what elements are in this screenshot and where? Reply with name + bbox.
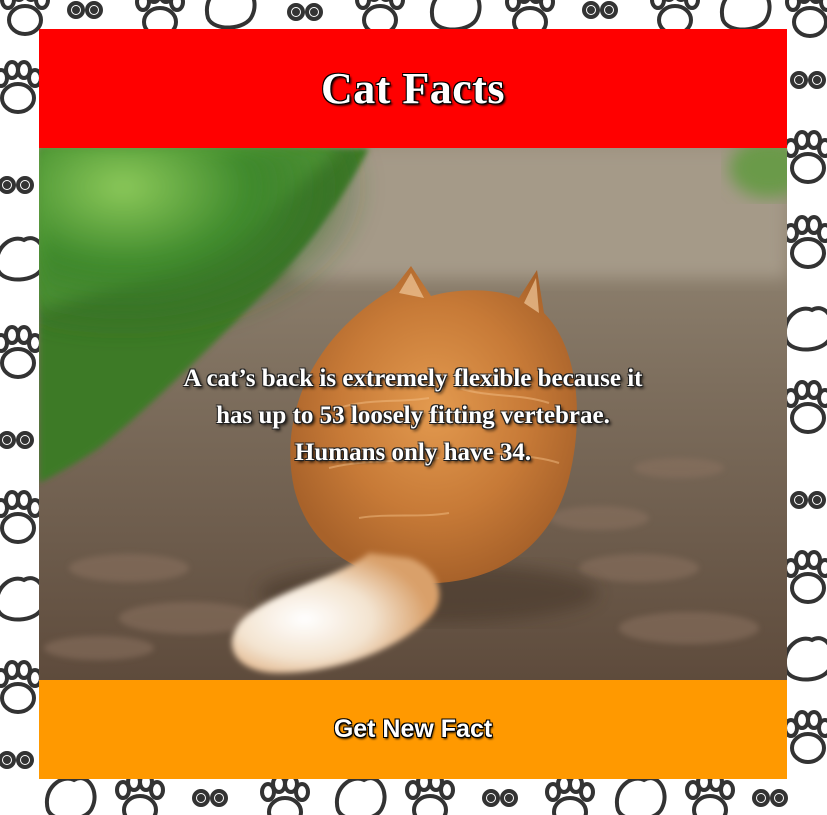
fact-overlay: A cat’s back is extremely flexible becau… (39, 148, 787, 680)
footer-bar: Get New Fact (39, 680, 787, 779)
header-bar: Cat Facts (39, 29, 787, 148)
cat-facts-card: Cat Facts A cat’s back is extremely flex… (39, 29, 787, 779)
cat-fact-text: A cat’s back is extremely flexible becau… (183, 365, 643, 466)
page-title: Cat Facts (320, 64, 506, 113)
get-new-fact-button[interactable]: Get New Fact (314, 707, 512, 752)
cat-photo: A cat’s back is extremely flexible becau… (39, 148, 787, 680)
